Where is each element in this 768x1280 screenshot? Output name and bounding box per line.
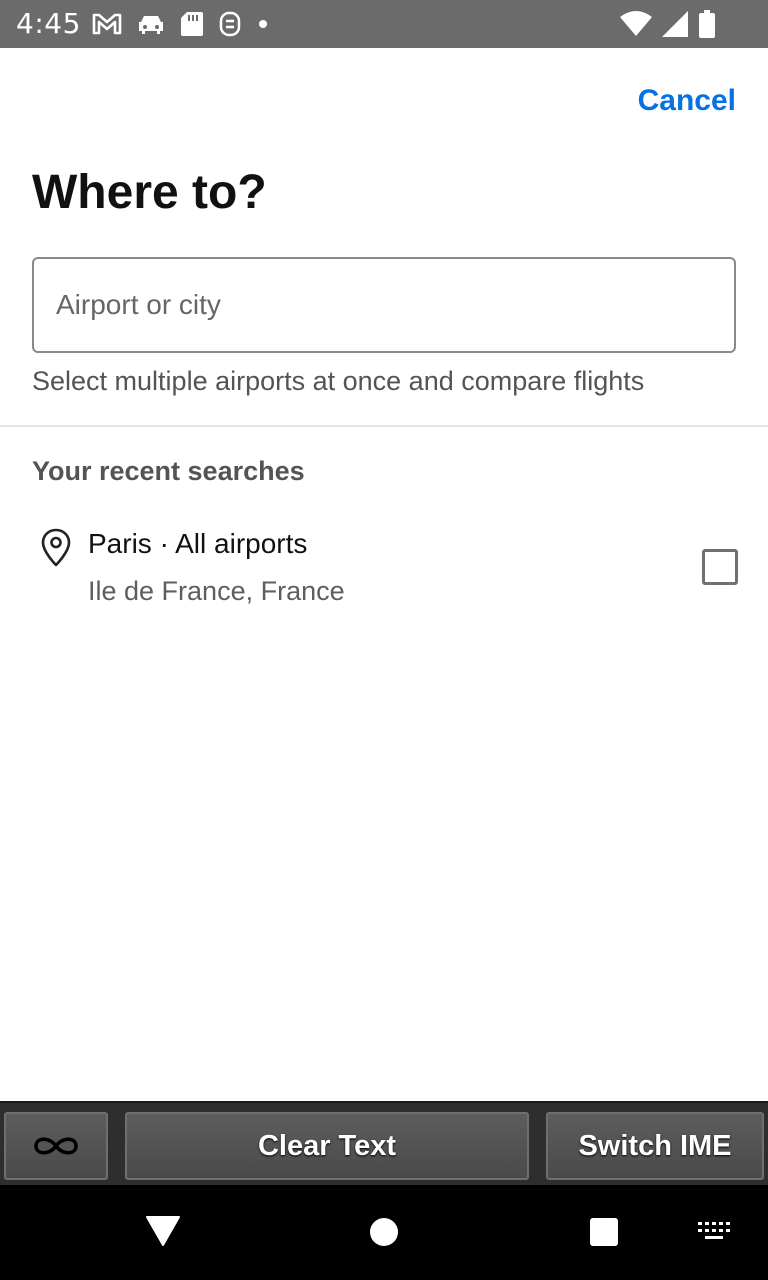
home-icon[interactable] (368, 1216, 400, 1248)
infinity-icon (34, 1137, 78, 1155)
battery-icon (699, 10, 715, 38)
location-pin-icon (41, 528, 71, 567)
sd-card-icon (181, 12, 203, 36)
back-icon[interactable] (146, 1215, 180, 1247)
infinity-button[interactable] (4, 1112, 108, 1180)
page-title: Where to? (32, 166, 267, 219)
search-helper-text: Select multiple airports at once and com… (32, 366, 645, 396)
recent-search-checkbox[interactable] (702, 549, 738, 585)
recents-icon[interactable] (588, 1216, 620, 1248)
recent-search-title: Paris · All airports (88, 528, 308, 559)
switch-ime-button[interactable]: Switch IME (546, 1112, 764, 1180)
search-field[interactable] (32, 257, 736, 353)
cancel-button[interactable]: Cancel (638, 84, 736, 118)
sync-icon (219, 11, 241, 37)
divider (0, 425, 768, 427)
status-icons-left (92, 10, 270, 38)
keyboard-icon[interactable] (696, 1220, 732, 1244)
search-input[interactable] (56, 279, 706, 331)
status-icons-right (620, 10, 716, 38)
gmail-icon (92, 13, 122, 35)
recent-searches-title: Your recent searches (32, 456, 305, 486)
notification-dot-icon (259, 20, 267, 28)
navigation-bar (0, 1185, 768, 1280)
wifi-icon (620, 11, 652, 36)
clear-text-button[interactable]: Clear Text (125, 1112, 529, 1180)
recent-search-subtitle: Ile de France, France (88, 576, 345, 606)
cell-signal-icon (662, 11, 688, 37)
car-icon (139, 16, 163, 34)
recent-search-item[interactable]: Paris · All airports Ile de France, Fran… (0, 512, 768, 624)
status-time: 4:45 (16, 7, 81, 40)
status-bar: 4:45 (0, 0, 768, 48)
ime-toolbar: Clear Text Switch IME (0, 1101, 768, 1187)
